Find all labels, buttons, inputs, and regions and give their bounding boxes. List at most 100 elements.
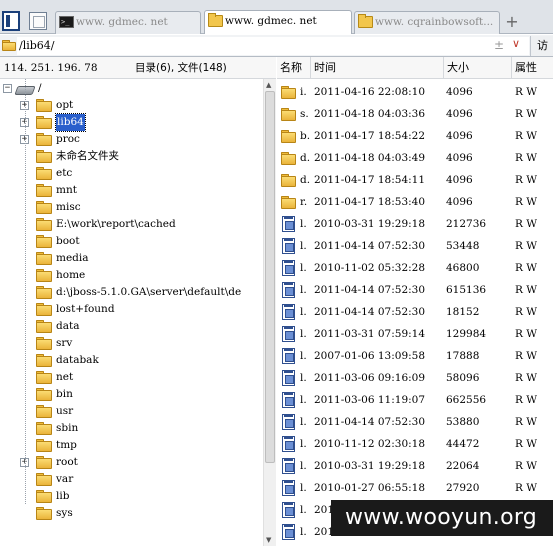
tree-item[interactable]: + root <box>0 454 263 471</box>
file-row[interactable]: l. 2011-04-14 07:52:30 53880 R W <box>277 411 553 433</box>
column-header-name[interactable]: 名称 <box>277 57 311 79</box>
file-row[interactable]: d. 2011-04-18 04:03:49 4096 R W <box>277 147 553 169</box>
folder-icon <box>36 371 52 384</box>
plus-minus-icon[interactable]: ± <box>494 38 504 52</box>
scrollbar-thumb[interactable] <box>265 91 275 463</box>
folder-icon <box>36 218 52 231</box>
tree-item[interactable]: d:\jboss-5.1.0.GA\server\default\de <box>0 284 263 301</box>
file-row[interactable]: d. 2011-04-17 18:54:11 4096 R W <box>277 169 553 191</box>
file-name: l. <box>300 526 307 538</box>
file-row[interactable]: l. 2011-04-14 07:52:30 615136 R W <box>277 279 553 301</box>
scroll-down-icon[interactable]: ▼ <box>266 536 271 544</box>
tree-root[interactable]: − / <box>0 80 263 97</box>
file-size: 58096 <box>446 372 480 384</box>
file-row[interactable]: l. 2010-11-12 02:30:18 44472 R W <box>277 433 553 455</box>
tree-item[interactable]: srv <box>0 335 263 352</box>
tree-item-label: databak <box>56 354 99 366</box>
tree-item[interactable]: var <box>0 471 263 488</box>
file-name: l. <box>300 218 307 230</box>
go-button[interactable]: 访问 <box>530 36 553 56</box>
file-row[interactable]: r. 2011-04-17 18:53:40 4096 R W <box>277 191 553 213</box>
column-header-time[interactable]: 时间 <box>311 57 444 79</box>
tree-item[interactable]: home <box>0 267 263 284</box>
file-list-pane: 名称 时间 大小 属性 i. 2011-04-16 22:08:10 4096 R W… <box>277 57 553 546</box>
tree-item[interactable]: bin <box>0 386 263 403</box>
tree-scrollbar[interactable]: ▲ ▼ <box>263 79 276 546</box>
tree-item-label: lib <box>56 490 70 502</box>
tree-item[interactable]: + lib64 <box>0 113 263 132</box>
chevron-down-icon[interactable]: ∨ <box>512 37 520 50</box>
tab-file-manager-cqrainbowsoft[interactable]: www. cqrainbowsoft... <box>354 11 500 34</box>
folder-icon <box>208 13 223 27</box>
folder-icon <box>281 174 296 187</box>
tree-item-label: sys <box>56 507 73 519</box>
tree-item[interactable]: boot <box>0 233 263 250</box>
tree-item-label: home <box>56 269 86 281</box>
tab-label: www. gdmec. net <box>76 16 168 28</box>
file-row[interactable]: i. 2011-04-16 22:08:10 4096 R W <box>277 81 553 103</box>
file-icon <box>282 304 295 320</box>
tree-item[interactable]: + proc <box>0 131 263 148</box>
file-row[interactable]: l. 2010-01-27 06:55:18 27920 R W <box>277 477 553 499</box>
tree-item[interactable]: lost+found <box>0 301 263 318</box>
file-row[interactable]: l. 2011-03-06 11:19:07 662556 R W <box>277 389 553 411</box>
file-time: 2011-04-14 07:52:30 <box>314 306 426 318</box>
tree-item[interactable]: usr <box>0 403 263 420</box>
file-row[interactable]: l. 2011-03-06 09:16:09 58096 R W <box>277 367 553 389</box>
tree-item-label-selected: lib64 <box>55 113 86 132</box>
file-name: l. <box>300 438 307 450</box>
tree-item-label: 未命名文件夹 <box>56 150 119 162</box>
tree-item[interactable]: tmp <box>0 437 263 454</box>
file-icon <box>282 216 295 232</box>
file-time: 2011-04-17 18:53:40 <box>314 196 426 208</box>
file-size: 17888 <box>446 350 480 362</box>
tree-item-label: sbin <box>56 422 79 434</box>
tab-file-manager-active[interactable]: www. gdmec. net <box>204 10 352 34</box>
folder-icon <box>36 252 52 265</box>
file-icon <box>282 326 295 342</box>
file-attributes: R W <box>515 152 538 164</box>
column-header-size[interactable]: 大小 <box>444 57 512 79</box>
file-row[interactable]: l. 2011-04-14 07:52:30 53448 R W <box>277 235 553 257</box>
path-input[interactable]: /lib64/ <box>17 37 529 55</box>
new-window-button[interactable] <box>29 12 47 30</box>
file-size: 53448 <box>446 240 480 252</box>
file-time: 2010-03-31 19:29:18 <box>314 218 426 230</box>
tree-item[interactable]: lib <box>0 488 263 505</box>
file-row[interactable]: l. 2010-11-02 05:32:28 46800 R W <box>277 257 553 279</box>
new-tab-button[interactable]: + <box>503 14 521 32</box>
file-row[interactable]: l. 2010-03-31 19:29:18 22064 R W <box>277 455 553 477</box>
collapse-icon[interactable]: − <box>3 84 12 93</box>
file-row[interactable]: s. 2011-04-18 04:03:36 4096 R W <box>277 103 553 125</box>
folder-icon <box>36 133 52 146</box>
directory-tree: − / + opt + lib64 + proc 未命名文件夹 etc mnt misc E:\wo… <box>0 79 263 546</box>
tree-item[interactable]: + opt <box>0 97 263 114</box>
tree-item[interactable]: misc <box>0 199 263 216</box>
file-time: 2007-01-06 13:09:58 <box>314 350 426 362</box>
tree-item[interactable]: net <box>0 369 263 386</box>
tab-terminal-session[interactable]: www. gdmec. net <box>55 11 201 34</box>
tree-item[interactable]: sbin <box>0 420 263 437</box>
tree-item[interactable]: databak <box>0 352 263 369</box>
sidebar-toggle-button[interactable] <box>2 11 20 31</box>
tree-item[interactable]: 未命名文件夹 <box>0 148 263 165</box>
tree-item-label: mnt <box>56 184 77 196</box>
tree-item[interactable]: E:\work\report\cached <box>0 216 263 233</box>
tree-item[interactable]: sys <box>0 505 263 522</box>
file-row[interactable]: l. 2011-03-31 07:59:14 129984 R W <box>277 323 553 345</box>
tree-item[interactable]: etc <box>0 165 263 182</box>
tree-item[interactable]: data <box>0 318 263 335</box>
tree-item[interactable]: mnt <box>0 182 263 199</box>
column-header-attributes[interactable]: 属性 <box>512 57 553 79</box>
file-row[interactable]: l. 2010-03-31 19:29:18 212736 R W <box>277 213 553 235</box>
file-attributes: R W <box>515 416 538 428</box>
folder-icon <box>36 201 52 214</box>
folder-icon <box>36 405 52 418</box>
terminal-icon <box>59 12 74 33</box>
file-row[interactable]: l. 2011-04-14 07:52:30 18152 R W <box>277 301 553 323</box>
scroll-up-icon[interactable]: ▲ <box>266 81 271 89</box>
file-row[interactable]: l. 2007-01-06 13:09:58 17888 R W <box>277 345 553 367</box>
file-row[interactable]: b. 2011-04-17 18:54:22 4096 R W <box>277 125 553 147</box>
file-attributes: R W <box>515 174 538 186</box>
tree-item[interactable]: media <box>0 250 263 267</box>
